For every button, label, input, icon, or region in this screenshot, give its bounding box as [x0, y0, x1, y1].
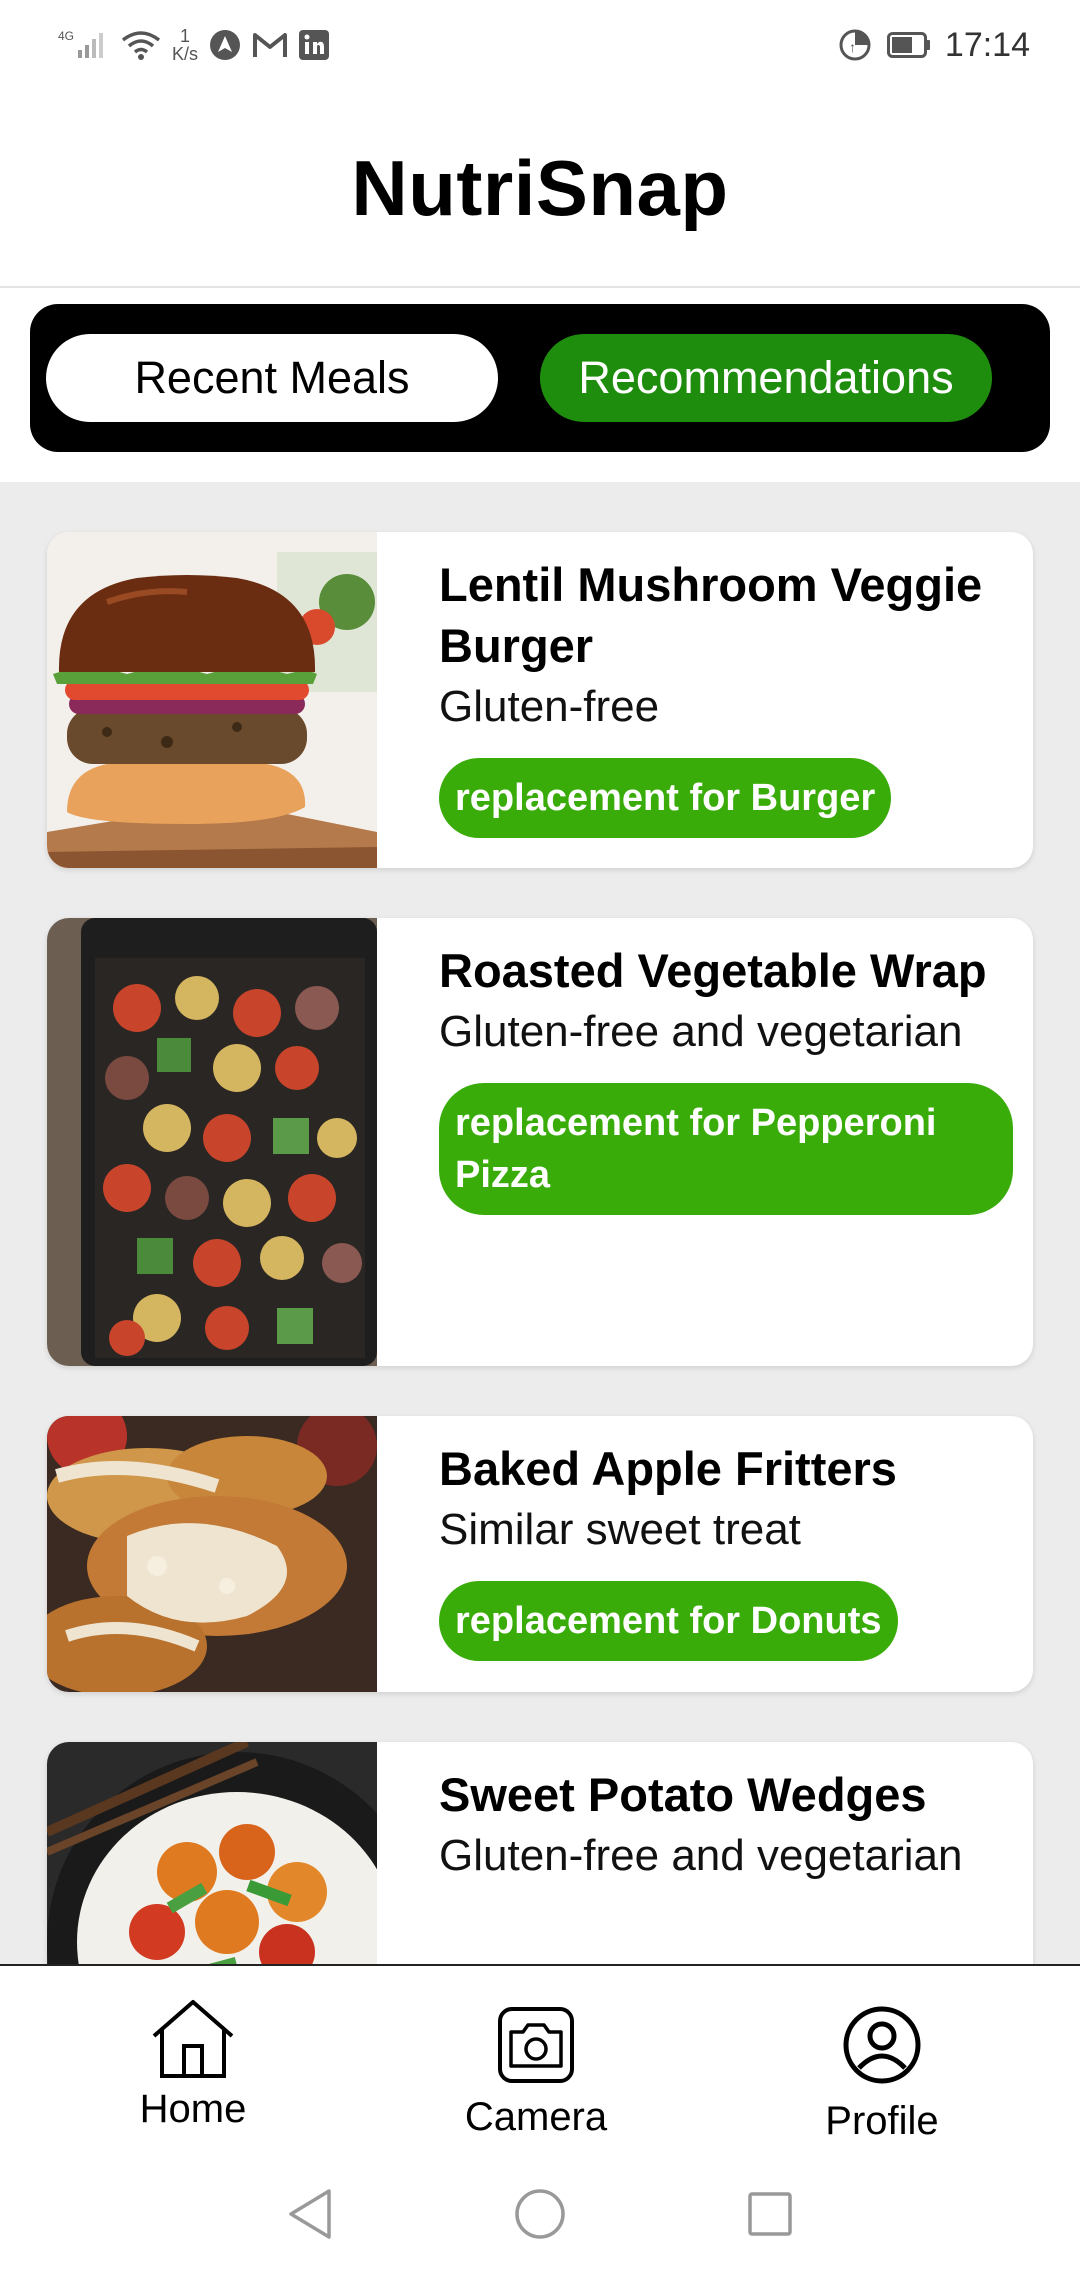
network-speed-value: 1 [180, 26, 191, 46]
nav-profile[interactable]: Profile [782, 1966, 982, 2146]
tab-recent-meals[interactable]: Recent Meals [46, 334, 498, 422]
app-title: NutriSnap [351, 143, 729, 232]
meal-description: Gluten-free [439, 682, 660, 731]
card-content: Sweet Potato Wedges Gluten-free and vege… [439, 1764, 1013, 1885]
back-icon [289, 2189, 331, 2239]
battery-icon [886, 32, 931, 58]
gmail-icon [252, 30, 288, 60]
network-speed: 1 K/s [172, 27, 198, 63]
clock: 17:14 [944, 25, 1030, 64]
data-saver-icon: ↑ [837, 27, 873, 63]
recommendation-card[interactable]: Baked Apple Fritters Similar sweet treat… [47, 1416, 1033, 1692]
replacement-badge: replacement for Pepperoni Pizza [439, 1083, 1013, 1215]
app-header: NutriSnap [0, 90, 1080, 288]
tab-recommendations[interactable]: Recommendations [540, 334, 992, 422]
linkedin-icon [298, 29, 330, 61]
circle-icon [515, 2189, 565, 2239]
recommendation-card[interactable]: Sweet Potato Wedges Gluten-free and vege… [47, 1742, 1033, 1964]
bottom-navigation: Home Camera Profile [0, 1964, 1080, 2144]
tab-switcher: Recent Meals Recommendations [30, 304, 1050, 452]
card-content: Roasted Vegetable Wrap Gluten-free and v… [439, 940, 1013, 1215]
meal-description: Gluten-free and vegetarian [439, 1831, 963, 1880]
signal-icon: 4G [58, 28, 110, 62]
svg-text:↑: ↑ [849, 39, 856, 55]
nav-home[interactable]: Home [93, 1966, 293, 2146]
meal-title: Roasted Vegetable Wrap [439, 944, 987, 997]
recents-button[interactable] [740, 2184, 800, 2244]
camera-icon [497, 2006, 575, 2089]
network-type: 4G [58, 29, 74, 43]
back-button[interactable] [280, 2184, 340, 2244]
nav-camera-label: Camera [464, 2095, 608, 2139]
recommendation-card[interactable]: Roasted Vegetable Wrap Gluten-free and v… [47, 918, 1033, 1366]
status-bar: 4G 1 K/s ↑ 17:14 [0, 0, 1080, 90]
replacement-badge: replacement for Donuts [439, 1581, 898, 1661]
burger-photo [47, 532, 377, 868]
nav-profile-label: Profile [825, 2099, 939, 2143]
profile-icon [841, 2004, 923, 2091]
apple-fritters-photo [47, 1416, 377, 1692]
nav-camera[interactable]: Camera [436, 1966, 636, 2146]
wifi-icon [120, 28, 162, 62]
navigation-app-icon [208, 28, 242, 62]
tab-switcher-area: Recent Meals Recommendations [0, 290, 1080, 482]
system-navigation-bar [0, 2144, 1080, 2280]
card-content: Lentil Mushroom Veggie Burger Gluten-fre… [439, 554, 1013, 838]
recommendation-card[interactable]: Lentil Mushroom Veggie Burger Gluten-fre… [47, 532, 1033, 868]
home-icon [148, 1996, 238, 2085]
roasted-vegetables-photo [47, 918, 377, 1366]
card-content: Baked Apple Fritters Similar sweet treat… [439, 1438, 1013, 1661]
home-system-button[interactable] [510, 2184, 570, 2244]
recommendation-list[interactable]: Lentil Mushroom Veggie Burger Gluten-fre… [0, 482, 1080, 1964]
square-icon [748, 2192, 792, 2236]
meal-title: Sweet Potato Wedges [439, 1768, 927, 1821]
stir-fry-photo [47, 1742, 377, 1964]
replacement-badge: replacement for Burger [439, 758, 892, 838]
nav-home-label: Home [139, 2087, 247, 2131]
meal-description: Gluten-free and vegetarian [439, 1007, 963, 1056]
status-right: ↑ 17:14 [837, 18, 1030, 72]
meal-title: Lentil Mushroom Veggie Burger [439, 558, 983, 672]
meal-description: Similar sweet treat [439, 1505, 801, 1554]
network-speed-unit: K/s [172, 44, 199, 64]
status-left: 4G 1 K/s [58, 18, 330, 72]
meal-title: Baked Apple Fritters [439, 1442, 897, 1495]
